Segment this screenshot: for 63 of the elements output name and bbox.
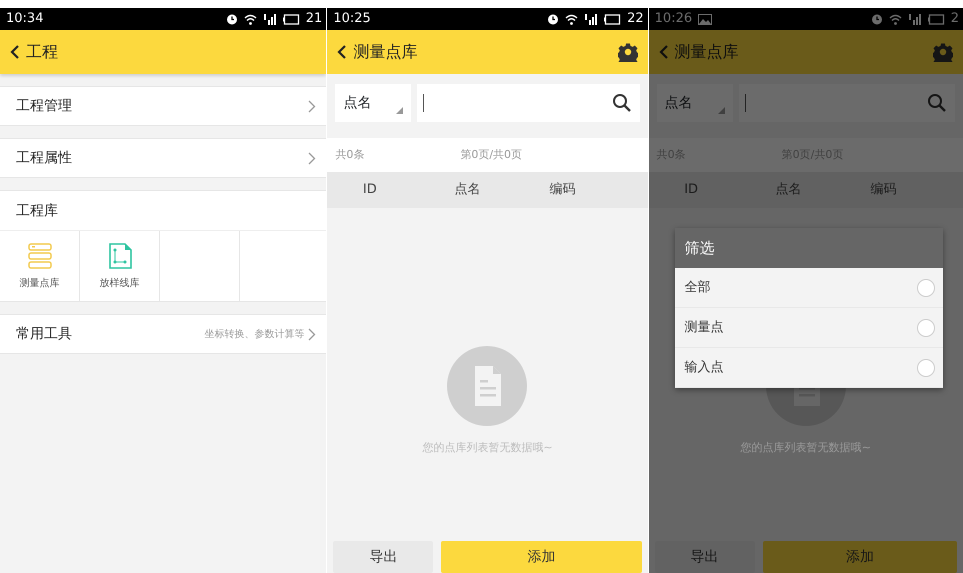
record-count: 共0条	[335, 146, 366, 163]
status-time: 10:25	[333, 10, 371, 28]
chevron-right-icon	[308, 100, 316, 112]
battery-icon	[604, 14, 622, 24]
signal-icon	[584, 13, 598, 25]
search-field[interactable]	[738, 84, 955, 122]
alarm-icon	[226, 13, 238, 25]
option-label: 输入点	[684, 358, 724, 377]
column-header: 点名	[453, 181, 482, 200]
radio-button[interactable]	[917, 358, 935, 376]
back-icon[interactable]	[337, 45, 348, 59]
search-icon[interactable]	[612, 93, 632, 113]
dialog-title: 筛选	[674, 228, 943, 268]
column-header: 编码	[548, 181, 576, 200]
chevron-right-icon	[308, 152, 316, 164]
column-header: 编码	[870, 181, 898, 200]
wifi-icon	[565, 14, 578, 24]
battery-level: 21	[306, 10, 322, 28]
signal-icon	[262, 13, 277, 25]
dropdown-triangle-icon	[718, 107, 725, 114]
screen-title: 测量点库	[353, 41, 418, 63]
wifi-icon	[888, 14, 902, 24]
option-label: 测量点	[684, 318, 724, 337]
add-button[interactable]: 添加	[441, 541, 642, 573]
screen-title: 工程	[26, 41, 58, 63]
section-title: 工程库	[0, 191, 326, 231]
battery-icon	[282, 14, 300, 24]
status-time: 10:34	[6, 10, 44, 28]
chevron-right-icon	[308, 328, 316, 340]
filter-dropdown[interactable]: 点名	[335, 84, 412, 122]
library-tile[interactable]: 测量点库	[0, 231, 80, 301]
empty-message: 您的点库列表暂无数据哦~	[422, 440, 553, 456]
library-tile[interactable]: 放样线库	[80, 231, 160, 301]
filter-dropdown[interactable]: 点名	[656, 84, 733, 122]
status-time: 10:26	[654, 10, 692, 28]
menu-item[interactable]: 常用工具 坐标转换、参数计算等	[0, 314, 326, 354]
dropdown-triangle-icon	[396, 107, 404, 114]
page-count: 第0页/共0页	[460, 146, 522, 163]
menu-hint: 坐标转换、参数计算等	[204, 328, 304, 342]
menu-item[interactable]: 工程管理	[0, 86, 326, 126]
column-header: ID	[362, 181, 378, 200]
export-button[interactable]: 导出	[333, 541, 434, 573]
alarm-icon	[870, 13, 883, 25]
battery-level: 22	[627, 10, 644, 28]
database-icon	[26, 242, 54, 270]
column-header: ID	[683, 181, 700, 200]
menu-item[interactable]: 工程属性	[0, 138, 326, 178]
screen-title: 测量点库	[674, 41, 739, 63]
wifi-icon	[244, 14, 257, 24]
back-icon[interactable]	[10, 45, 20, 59]
radio-button[interactable]	[917, 278, 935, 296]
alarm-icon	[547, 13, 560, 25]
image-icon	[698, 14, 712, 24]
menu-label: 常用工具	[16, 324, 73, 344]
column-header: 点名	[774, 181, 803, 200]
signal-icon	[908, 13, 922, 25]
radio-button[interactable]	[917, 318, 935, 336]
battery-icon	[928, 14, 945, 24]
battery-level: 2	[950, 10, 959, 28]
settings-icon[interactable]	[618, 42, 638, 62]
document-icon	[447, 346, 528, 426]
search-field[interactable]	[417, 84, 640, 122]
option-label: 全部	[684, 278, 711, 297]
